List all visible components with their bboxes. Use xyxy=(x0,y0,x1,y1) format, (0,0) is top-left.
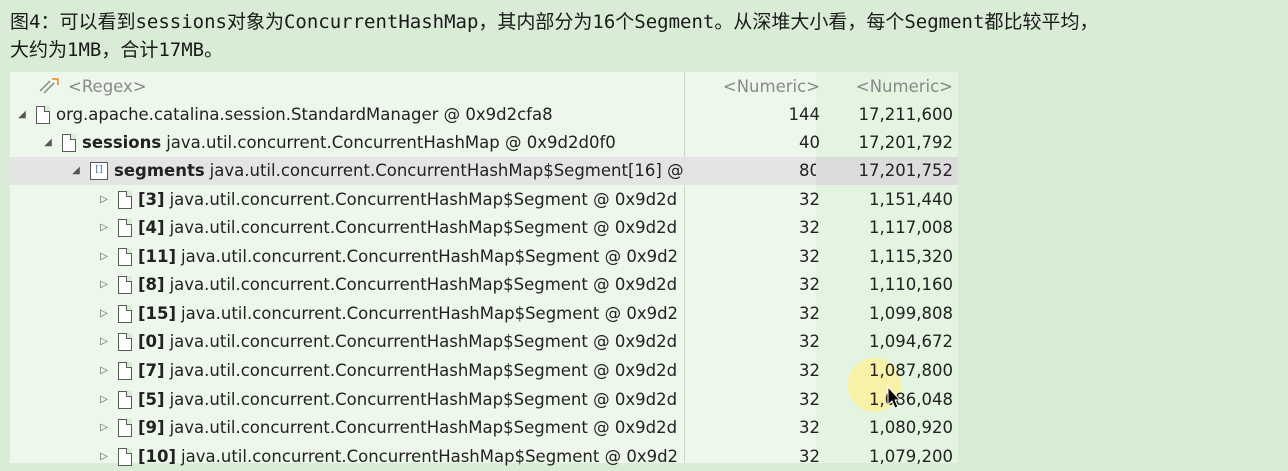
row-text: java.util.concurrent.ConcurrentHashMap @… xyxy=(166,133,616,152)
shallow-heap-value: 40 xyxy=(799,133,820,152)
row-text: java.util.concurrent.ConcurrentHashMap$S… xyxy=(169,361,678,380)
retained-heap-value: 17,201,792 xyxy=(858,133,953,152)
shallow-heap-value: 32 xyxy=(799,275,820,294)
segment-index: [9] xyxy=(138,418,165,437)
object-file-icon xyxy=(118,276,132,294)
caption-line-2: 大约为1MB，合计17MB。 xyxy=(10,39,224,61)
shallow-heap-value: 80 xyxy=(799,161,820,180)
object-file-icon xyxy=(118,219,132,237)
collapsed-arrow-icon[interactable]: ▷ xyxy=(98,214,110,242)
tree-row-segments[interactable]: ◢ [] segments java.util.concurrent.Concu… xyxy=(10,157,958,185)
row-text: java.util.concurrent.ConcurrentHashMap$S… xyxy=(181,447,679,466)
segment-index: [10] xyxy=(138,447,177,466)
tree-row-segment[interactable]: ▷ [8] java.util.concurrent.ConcurrentHas… xyxy=(10,271,958,299)
collapsed-arrow-icon[interactable]: ▷ xyxy=(98,386,110,414)
collapsed-arrow-icon[interactable]: ▷ xyxy=(98,414,110,442)
collapsed-arrow-icon[interactable]: ▷ xyxy=(98,443,110,471)
row-text: java.util.concurrent.ConcurrentHashMap$S… xyxy=(181,247,679,266)
object-file-icon xyxy=(118,448,132,466)
shallow-heap-value: 32 xyxy=(799,332,820,351)
collapsed-arrow-icon[interactable]: ▷ xyxy=(98,357,110,385)
segment-index: [4] xyxy=(138,218,165,237)
segment-index: [3] xyxy=(138,190,165,209)
object-file-icon xyxy=(118,191,132,209)
retained-heap-value: 1,087,800 xyxy=(869,361,953,380)
retained-heap-value: 17,201,752 xyxy=(816,157,958,185)
field-name: sessions xyxy=(82,133,162,152)
array-file-icon: [] xyxy=(90,162,108,180)
expanded-arrow-icon[interactable]: ◢ xyxy=(16,101,28,129)
segment-index: [8] xyxy=(138,275,165,294)
shallow-heap-value: 32 xyxy=(799,190,820,209)
retained-heap-value: 17,211,600 xyxy=(858,105,953,124)
tree-row-segment[interactable]: ▷ [11] java.util.concurrent.ConcurrentHa… xyxy=(10,243,958,271)
collapsed-arrow-icon[interactable]: ▷ xyxy=(98,243,110,271)
collapsed-arrow-icon[interactable]: ▷ xyxy=(98,186,110,214)
tree-row-segment[interactable]: ▷ [0] java.util.concurrent.ConcurrentHas… xyxy=(10,328,958,356)
regex-filter-icon[interactable] xyxy=(38,77,60,97)
collapsed-arrow-icon[interactable]: ▷ xyxy=(98,328,110,356)
retained-heap-value: 1,117,008 xyxy=(869,218,953,237)
segment-index: [7] xyxy=(138,361,165,380)
row-text: java.util.concurrent.ConcurrentHashMap$S… xyxy=(169,332,678,351)
row-text: java.util.concurrent.ConcurrentHashMap$S… xyxy=(169,275,678,294)
retained-heap-filter[interactable]: <Numeric> xyxy=(816,73,958,101)
tree-row-sessions[interactable]: ◢ sessions java.util.concurrent.Concurre… xyxy=(10,129,958,157)
shallow-heap-value: 32 xyxy=(799,447,820,466)
field-name: segments xyxy=(114,161,205,180)
retained-heap-value: 1,080,920 xyxy=(869,418,953,437)
object-file-icon xyxy=(118,362,132,380)
tree-row-segment[interactable]: ▷ [4] java.util.concurrent.ConcurrentHas… xyxy=(10,214,958,242)
retained-heap-value: 1,110,160 xyxy=(869,275,953,294)
regex-filter-input[interactable]: <Regex> xyxy=(68,73,147,101)
segment-index: [5] xyxy=(138,390,165,409)
shallow-heap-value: 32 xyxy=(799,247,820,266)
tree-row-segment[interactable]: ▷ [10] java.util.concurrent.ConcurrentHa… xyxy=(10,443,958,471)
object-file-icon xyxy=(62,134,76,152)
figure-caption: 图4：可以看到sessions对象为ConcurrentHashMap，其内部分… xyxy=(10,8,1285,64)
tree-row-segment[interactable]: ▷ [15] java.util.concurrent.ConcurrentHa… xyxy=(10,300,958,328)
row-text: java.util.concurrent.ConcurrentHashMap$S… xyxy=(169,190,678,209)
shallow-heap-filter[interactable]: <Numeric> xyxy=(700,73,820,101)
segment-index: [11] xyxy=(138,247,177,266)
retained-heap-value: 1,094,672 xyxy=(869,332,953,351)
shallow-heap-value: 144 xyxy=(788,105,821,124)
row-text: org.apache.catalina.session.StandardMana… xyxy=(56,105,553,124)
row-text: java.util.concurrent.ConcurrentHashMap$S… xyxy=(169,390,678,409)
segment-index: [15] xyxy=(138,304,177,323)
retained-heap-value: 1,115,320 xyxy=(869,247,953,266)
object-file-icon xyxy=(118,419,132,437)
row-text: java.util.concurrent.ConcurrentHashMap$S… xyxy=(209,161,684,180)
shallow-heap-value: 32 xyxy=(799,361,820,380)
mouse-cursor-icon xyxy=(887,386,902,409)
row-text: java.util.concurrent.ConcurrentHashMap$S… xyxy=(181,304,679,323)
object-file-icon xyxy=(118,391,132,409)
retained-heap-value: 1,079,200 xyxy=(869,447,953,466)
row-text: java.util.concurrent.ConcurrentHashMap$S… xyxy=(169,218,678,237)
object-file-icon xyxy=(36,106,50,124)
tree-row-segment[interactable]: ▷ [9] java.util.concurrent.ConcurrentHas… xyxy=(10,414,958,442)
shallow-heap-value: 32 xyxy=(799,218,820,237)
collapsed-arrow-icon[interactable]: ▷ xyxy=(98,300,110,328)
tree-row-segment[interactable]: ▷ [7] java.util.concurrent.ConcurrentHas… xyxy=(10,357,958,385)
tree-row-segment[interactable]: ▷ [3] java.util.concurrent.ConcurrentHas… xyxy=(10,186,958,214)
retained-heap-value: 1,099,808 xyxy=(869,304,953,323)
expanded-arrow-icon[interactable]: ◢ xyxy=(42,129,54,157)
row-text: java.util.concurrent.ConcurrentHashMap$S… xyxy=(169,418,678,437)
shallow-heap-value: 32 xyxy=(799,418,820,437)
object-file-icon xyxy=(118,333,132,351)
tree-row-standard-manager[interactable]: ◢ org.apache.catalina.session.StandardMa… xyxy=(10,101,958,129)
retained-heap-value: 1,151,440 xyxy=(869,190,953,209)
filter-row: <Regex> <Numeric> <Numeric> xyxy=(10,73,958,101)
caption-line-1: 图4：可以看到sessions对象为ConcurrentHashMap，其内部分… xyxy=(10,11,1099,33)
shallow-heap-value: 32 xyxy=(799,390,820,409)
object-file-icon xyxy=(118,248,132,266)
collapsed-arrow-icon[interactable]: ▷ xyxy=(98,271,110,299)
segment-index: [0] xyxy=(138,332,165,351)
expanded-arrow-icon[interactable]: ◢ xyxy=(70,157,82,185)
object-file-icon xyxy=(118,305,132,323)
shallow-heap-value: 32 xyxy=(799,304,820,323)
tree-row-segment[interactable]: ▷ [5] java.util.concurrent.ConcurrentHas… xyxy=(10,386,958,414)
